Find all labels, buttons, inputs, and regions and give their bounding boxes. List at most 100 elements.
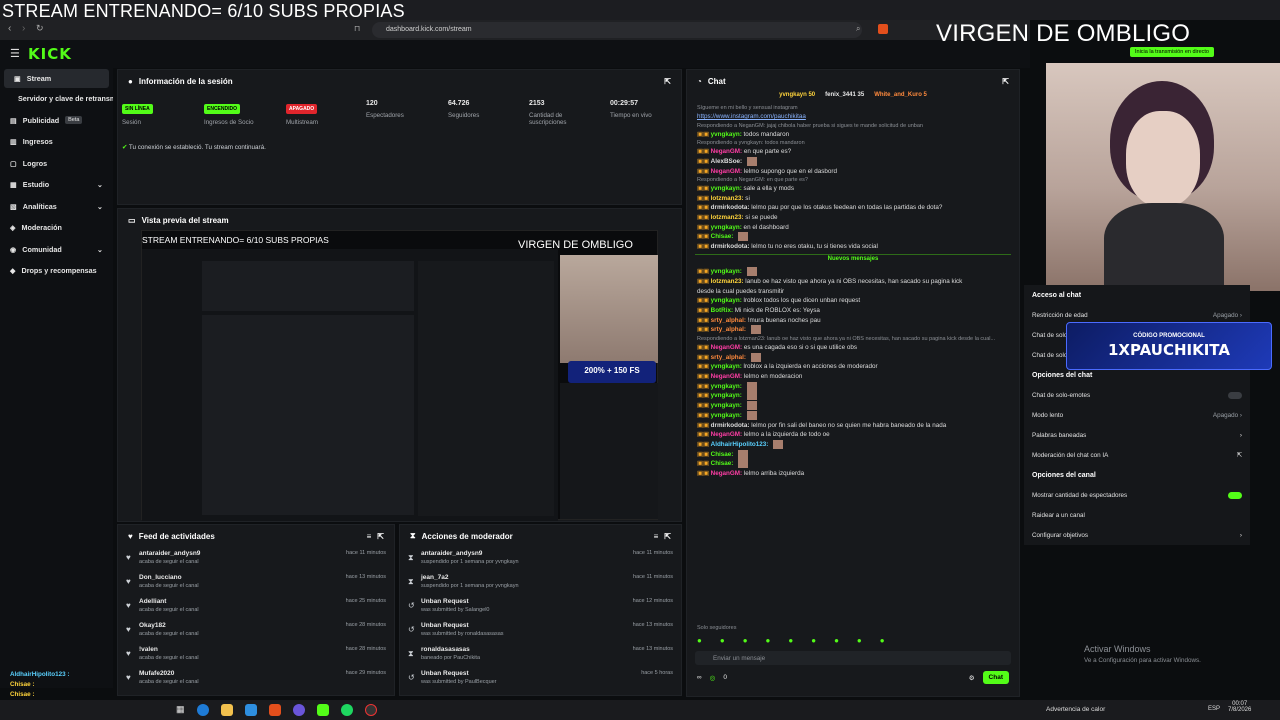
chat-message[interactable]: ▣▣ NeganGM: lelmo en moderacion <box>687 372 1019 382</box>
chat-message[interactable]: ▣▣ lotzman23: si se puede <box>687 213 1019 223</box>
list-item[interactable]: ⧗ antaraider_andysn9 suspendido por 1 sema… <box>400 547 681 571</box>
discord-icon[interactable] <box>292 704 305 716</box>
emote-icon[interactable]: ● <box>788 636 793 645</box>
chat-username[interactable]: srty_alphal: <box>711 317 746 324</box>
sidebar-item-ingresos[interactable]: ▥ Ingresos <box>0 131 113 153</box>
chat-message[interactable]: ▣▣ AldhairHipolito123: <box>687 439 1019 450</box>
chat-username[interactable]: NeganGM: <box>711 431 743 438</box>
bookmark-icon[interactable]: ⊓ <box>354 24 360 33</box>
chat-username[interactable]: srty_alphal: <box>711 326 746 333</box>
chat-username[interactable]: yvngkayn: <box>711 392 742 399</box>
setting-emote-only[interactable]: Chat de solo-emotes <box>1024 385 1250 405</box>
spotify-icon[interactable] <box>340 704 353 716</box>
chat-username[interactable]: drmirkodota: <box>711 204 750 211</box>
file-explorer-icon[interactable] <box>220 704 233 716</box>
chat-message[interactable]: ▣▣ drmirkodota: lelmo por fin sali del b… <box>687 421 1019 431</box>
chat-log[interactable]: Sígueme en mi bello y sensual instagram h… <box>687 102 1019 622</box>
chat-username[interactable]: NeganGM: <box>711 344 743 351</box>
chat-username[interactable]: yvngkayn: <box>711 412 742 419</box>
emote-icon[interactable]: ● <box>857 636 862 645</box>
chat-username[interactable]: lotzman23: <box>711 214 744 221</box>
list-item[interactable]: ↺ Unban Request was submitted by Salangel0… <box>400 595 681 619</box>
emote-icon[interactable]: ● <box>766 636 771 645</box>
chat-username[interactable]: NeganGM: <box>711 373 743 380</box>
emote-icon[interactable]: ● <box>743 636 748 645</box>
chat-message[interactable]: ▣▣ yvngkayn: sale a ella y mods <box>687 184 1019 194</box>
chat-message[interactable]: ▣▣ Chisae: <box>687 459 1019 469</box>
chat-username[interactable]: yvngkayn: <box>711 185 742 192</box>
chat-link[interactable]: https://www.instagram.com/pauchikitaa <box>687 112 1019 122</box>
chat-message[interactable]: ▣▣ yvngkayn: lroblox todos los que dicen… <box>687 296 1019 306</box>
emote-only-toggle[interactable] <box>1228 391 1242 399</box>
chat-message[interactable]: ▣▣ lotzman23: lanub oe haz visto que aho… <box>687 277 1019 287</box>
chat-username[interactable]: NeganGM: <box>711 470 743 477</box>
chat-message[interactable]: ▣▣ NeganGM: lelmo a la izquierda de todo… <box>687 430 1019 440</box>
emote-icon[interactable]: ● <box>811 636 816 645</box>
emote-icon[interactable]: ● <box>697 636 702 645</box>
start-stream-button[interactable]: Inicia la transmisión en directo <box>1130 47 1214 57</box>
chat-message[interactable]: ▣▣ BotRix: Mi nick de ROBLOX es: Yeysa <box>687 306 1019 316</box>
chat-username[interactable]: yvngkayn: <box>711 402 742 409</box>
setting-banned-words[interactable]: Palabras baneadas › <box>1024 425 1250 445</box>
filter-icon[interactable]: ≡ <box>654 532 659 541</box>
setting-raid[interactable]: Raidear a un canal <box>1024 505 1250 525</box>
gifter[interactable]: fenix_3441 35 <box>825 92 864 102</box>
back-icon[interactable]: ‹ <box>8 23 11 34</box>
chat-username[interactable]: drmirkodota: <box>711 422 750 429</box>
sidebar-item-analiticas[interactable]: ▧ Analíticas ⌄ <box>0 196 113 218</box>
chat-message[interactable]: ▣▣ srty_alphal: !mura buenas noches pau <box>687 316 1019 326</box>
chat-username[interactable]: Chisae: <box>711 460 734 467</box>
chat-message[interactable]: ▣▣ yvngkayn: <box>687 381 1019 392</box>
sidebar-item-drops[interactable]: ◆ Drops y recompensas <box>0 260 113 282</box>
show-viewers-toggle[interactable] <box>1228 491 1242 499</box>
list-item[interactable]: ♥ Mufafe2020 acaba de seguir el canal hace … <box>118 667 394 691</box>
zoom-icon[interactable]: ⌕ <box>856 24 860 34</box>
chat-message[interactable]: ▣▣ srty_alphal: <box>687 352 1019 363</box>
chat-username[interactable]: yvngkayn: <box>711 363 742 370</box>
chat-username[interactable]: lotzman23: <box>711 278 744 285</box>
list-item[interactable]: ♥ !valen acaba de seguir el canal hace 28 m… <box>118 643 394 667</box>
chat-message[interactable]: ▣▣ NeganGM: es una cagada eso si o si qu… <box>687 343 1019 353</box>
gifter[interactable]: yvngkayn 50 <box>779 92 815 102</box>
setting-show-viewers[interactable]: Mostrar cantidad de espectadores <box>1024 485 1250 505</box>
obs-icon[interactable] <box>364 704 377 716</box>
chat-message[interactable]: ▣▣ yvngkayn: todos mandaron <box>687 130 1019 140</box>
chat-username[interactable]: NeganGM: <box>711 168 743 175</box>
forward-icon[interactable]: › <box>22 23 25 34</box>
chat-message[interactable]: ▣▣ drmirkodota: lelmo tu no eres otaku, … <box>687 242 1019 252</box>
chat-username[interactable]: drmirkodota: <box>711 243 750 250</box>
sidebar-item-stream[interactable]: ▣ Stream <box>4 69 109 88</box>
chat-username[interactable]: Chisae: <box>711 233 734 240</box>
brave-shield-icon[interactable] <box>878 24 888 34</box>
stream-preview[interactable]: STREAM ENTRENANDO= 6/10 SUBS PROPIAS VIR… <box>141 230 658 521</box>
popout-icon[interactable]: ⇱ <box>377 532 384 541</box>
chat-message[interactable]: ▣▣ lotzman23: si <box>687 194 1019 204</box>
chat-username[interactable]: yvngkayn: <box>711 297 742 304</box>
chat-message[interactable]: ▣▣ NeganGM: lelmo arriba izquierda <box>687 469 1019 479</box>
setting-ai-moderation[interactable]: Moderación del chat con IA ⇱ <box>1024 445 1250 465</box>
chat-username[interactable]: BotRix: <box>711 307 733 314</box>
emote-icon[interactable]: ● <box>834 636 839 645</box>
send-chat-button[interactable]: Chat <box>982 671 1009 684</box>
chat-message[interactable]: ▣▣ yvngkayn: en el dashboard <box>687 223 1019 233</box>
emote-icon[interactable]: ● <box>720 636 725 645</box>
chat-message[interactable]: ▣▣ NeganGM: en que parte es? <box>687 147 1019 157</box>
chat-username[interactable]: NeganGM: <box>711 148 743 155</box>
popout-icon[interactable]: ⇱ <box>664 77 671 86</box>
chat-message[interactable]: ▣▣ yvngkayn: <box>687 410 1019 421</box>
chat-username[interactable]: srty_alphal: <box>711 354 746 361</box>
kick-logo[interactable]: KICK <box>28 45 72 63</box>
chat-username[interactable]: yvngkayn: <box>711 383 742 390</box>
sidebar-item-comunidad[interactable]: ◉ Comunidad ⌄ <box>0 239 113 261</box>
chat-message[interactable]: ▣▣ NeganGM: lelmo supongo que en el dasb… <box>687 167 1019 177</box>
popout-icon[interactable]: ⇱ <box>1002 77 1009 86</box>
task-view-icon[interactable]: ▦ <box>176 704 185 716</box>
chat-username[interactable]: yvngkayn: <box>711 269 742 276</box>
chat-username[interactable]: AldhairHipolito123: <box>711 441 769 448</box>
list-item[interactable]: ♥ Don_lucciano acaba de seguir el canal hac… <box>118 571 394 595</box>
list-item[interactable]: ♥ Adelliant acaba de seguir el canal hace 2… <box>118 595 394 619</box>
chat-message[interactable]: ▣▣ Chisae: <box>687 232 1019 242</box>
chat-message[interactable]: ▣▣ yvngkayn: <box>687 401 1019 411</box>
clock[interactable]: 00:07 7/8/2026 <box>1228 701 1251 713</box>
store-icon[interactable] <box>244 704 257 716</box>
